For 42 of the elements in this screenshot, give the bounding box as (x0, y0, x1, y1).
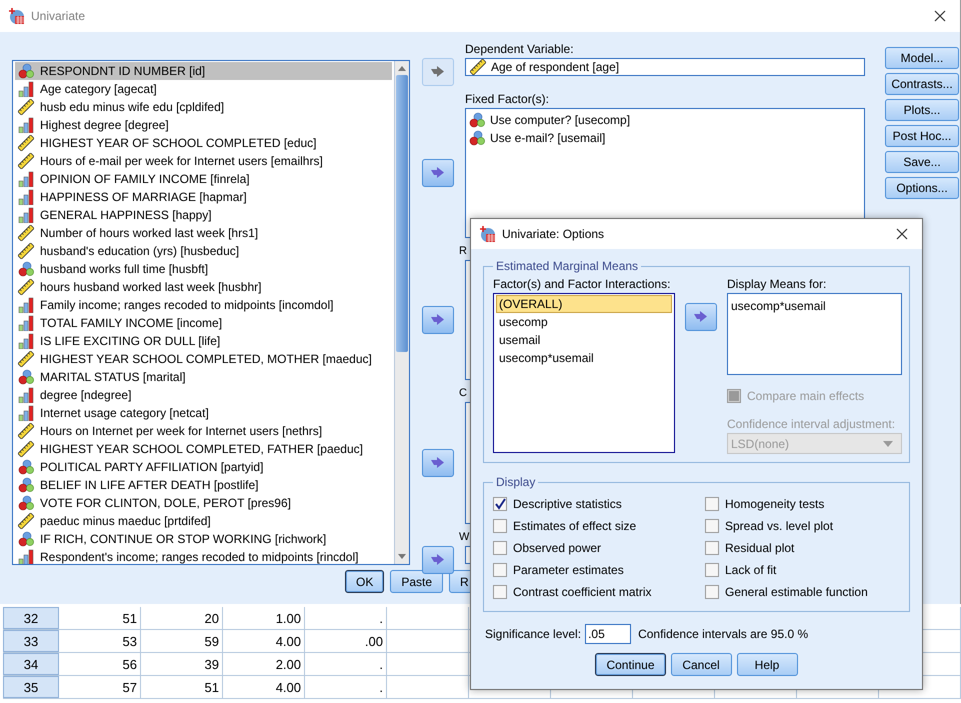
checkbox-label: Estimates of effect size (513, 519, 636, 533)
table-cell: 56 (59, 653, 141, 675)
field-label: Dependent Variable: (465, 42, 574, 56)
field-label: W (459, 530, 470, 544)
field-label: C (459, 386, 467, 400)
table-cell: 59 (141, 630, 223, 652)
checkbox-label: Parameter estimates (513, 563, 624, 577)
checkbox-label: Observed power (513, 541, 602, 555)
window-title: Univariate (31, 9, 86, 23)
field-label: Fixed Factor(s): (465, 92, 550, 106)
table-cell: 20 (141, 607, 223, 629)
group-title: Estimated Marginal Means (495, 259, 640, 273)
confidence-note: Confidence intervals are 95.0 % (638, 627, 808, 641)
checkbox-label: Homogeneity tests (725, 497, 824, 511)
checkbox-label: Spread vs. level plot (725, 519, 834, 533)
field-label: R (459, 244, 467, 258)
table-cell: . (305, 607, 387, 629)
table-cell: 57 (59, 676, 141, 698)
table-cell: 51 (59, 607, 141, 629)
variable-name: Age of respondent [age] (491, 60, 620, 74)
table-cell: 4.00 (223, 630, 305, 652)
table-cell: 1.00 (223, 607, 305, 629)
group-title: Display (495, 475, 536, 489)
checkbox-label: Descriptive statistics (513, 497, 622, 511)
list-label: Factor(s) and Factor Interactions: (493, 277, 672, 291)
table-cell: 39 (141, 653, 223, 675)
table-cell: 53 (59, 630, 141, 652)
checkbox-label: Residual plot (725, 541, 794, 555)
checkbox-label: General estimable function (725, 585, 868, 599)
table-cell: 4.00 (223, 676, 305, 698)
table-cell: . (305, 676, 387, 698)
checkbox-label: Lack of fit (725, 563, 776, 577)
table-cell: 2.00 (223, 653, 305, 675)
table-cell: . (305, 653, 387, 675)
table-cell: .00 (305, 630, 387, 652)
checkbox-label: Compare main effects (747, 389, 864, 403)
checkbox-label: Contrast coefficient matrix (513, 585, 652, 599)
list-label: Display Means for: (727, 277, 828, 291)
dialog-title: Univariate: Options (502, 227, 604, 241)
select-label: Confidence interval adjustment: (727, 417, 896, 431)
field-label: Significance level: (485, 627, 582, 641)
table-cell: 51 (141, 676, 223, 698)
